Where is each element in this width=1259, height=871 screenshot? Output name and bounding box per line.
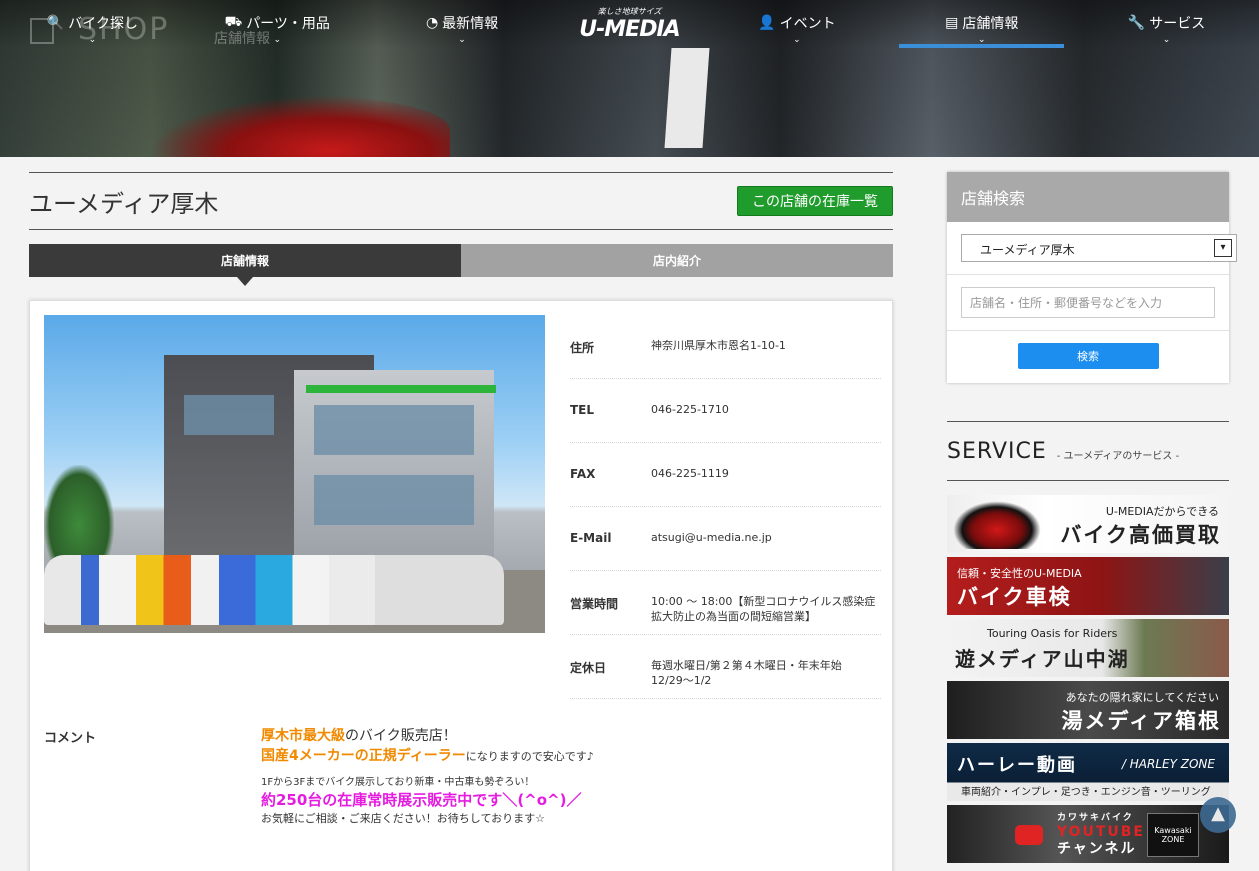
shop-photo [44,315,545,633]
wrench-icon: 🔧 [1127,15,1146,31]
hero-flag [664,48,710,148]
service-banners: U-MEDIAだからできる バイク高価買取 信頼・安全性のU-MEDIA バイク… [947,495,1229,863]
shop-search-title: 店舗検索 [947,172,1229,222]
service-heading: SERVICE - ユーメディアのサービス - [947,421,1229,481]
chevron-down-icon: ⌄ [273,35,282,45]
nav-event[interactable]: 👤 イベント ⌄ [704,0,889,48]
service-subtitle: - ユーメディアのサービス - [1056,450,1180,462]
banner-yamanaka[interactable]: Touring Oasis for Riders 遊メディア山中湖 [947,619,1229,677]
title-row: ユーメディア厚木 この店舗の在庫一覧 [29,172,893,230]
nav-label: パーツ・用品 [246,16,330,32]
detail-row-address: 住所 神奈川県厚木市恩名1-10-1 [570,315,881,379]
motorcycle-icon: ⛟ [224,14,243,30]
comment-highlight: 約250台の在庫常時展示販売中です＼(^o^)／ [261,791,582,810]
main-content: ユーメディア厚木 この店舗の在庫一覧 店舗情報 店内紹介 住所 神奈川県厚木市恩… [29,172,893,871]
detail-row-email: E-Mail atsugi@u-media.ne.jp [570,507,881,571]
site-logo[interactable]: 楽しさ地球サイズ U-MEDIA [554,0,704,48]
shop-info-card: 住所 神奈川県厚木市恩名1-10-1 TEL 046-225-1710 FAX … [29,300,893,871]
detail-key: 住所 [570,341,595,355]
detail-row-hours: 営業時間 10:00 〜 18:00【新型コロナウイルス感染症拡大防止の為当面の… [570,571,881,635]
person-icon: 👤 [758,15,776,31]
detail-value: 神奈川県厚木市恩名1-10-1 [651,339,786,352]
search-icon: 🔍 [46,15,65,31]
stock-list-button[interactable]: この店舗の在庫一覧 [737,186,893,216]
chevron-down-icon: ⌄ [88,35,97,45]
detail-value: 046-225-1119 [651,467,729,480]
nav-shop-info[interactable]: ▤ 店舗情報 ⌄ [889,0,1074,48]
tab-shop-info[interactable]: 店舗情報 [29,244,461,286]
chevron-down-icon: ⌄ [793,35,801,45]
comment-text: お気軽にご相談・ご来店ください！お待ちしております☆ [261,812,545,826]
nav-label: 最新情報 [442,16,499,32]
main-nav: 🔍 バイク探し ⌄ ⛟ パーツ・用品 ⌄ ◔ 最新情報 ⌄ 楽しさ地球サイズ U-ME… [0,0,1259,48]
nav-news[interactable]: ◔ 最新情報 ⌄ [370,0,555,48]
shop-tabs: 店舗情報 店内紹介 [29,244,893,286]
shop-select-value: ユーメディア厚木 [980,243,1075,257]
banner-bike-inspection[interactable]: 信頼・安全性のU-MEDIA バイク車検 [947,557,1229,615]
hero-banner: SHOP 店舗情報 🔍 バイク探し ⌄ ⛟ パーツ・用品 ⌄ ◔ 最新情報 ⌄ 楽しさ… [0,0,1259,157]
banner-kawasaki-youtube[interactable]: カワサキバイク YOUTUBE チャンネル Kawasaki ZONE [947,805,1229,863]
detail-row-tel: TEL 046-225-1710 [570,379,881,443]
nav-service[interactable]: 🔧 サービス ⌄ [1074,0,1259,48]
shop-search-box: 店舗検索 ユーメディア厚木 ▾ 店舗名・住所・郵便番号などを入力 検索 [947,172,1237,383]
banner-hakone[interactable]: あなたの隠れ家にしてください 湯メディア箱根 [947,681,1229,739]
shop-select[interactable]: ユーメディア厚木 ▾ [961,234,1237,262]
nav-parts[interactable]: ⛟ パーツ・用品 ⌄ [185,0,370,48]
kawasaki-zone-logo: Kawasaki ZONE [1147,813,1199,857]
detail-value[interactable]: atsugi@u-media.ne.jp [651,531,881,570]
nav-label: イベント [779,16,836,32]
shop-search-input[interactable]: 店舗名・住所・郵便番号などを入力 [961,287,1215,318]
nav-label: バイク探し [68,16,138,32]
detail-value[interactable]: 046-225-1710 [651,403,881,442]
detail-key: 営業時間 [570,597,619,611]
chevron-down-icon: ⌄ [458,35,466,45]
motorcycle-image [953,501,1041,549]
chevron-down-icon: ⌄ [977,35,986,45]
hero-motorcycle [150,95,450,157]
youtube-icon [1015,825,1043,845]
nav-label: サービス [1149,16,1206,32]
comment-highlight: 国産4メーカーの正規ディーラー [261,747,466,764]
logo-brand: U-MEDIA [579,17,680,42]
comment-body: 厚木市最大級のバイク販売店！ 国産4メーカーの正規ディーラーになりますので安心で… [261,727,861,827]
detail-key: E-Mail [570,531,612,545]
shop-details: 住所 神奈川県厚木市恩名1-10-1 TEL 046-225-1710 FAX … [570,315,881,699]
page-title: ユーメディア厚木 [29,189,219,218]
chevron-down-icon: ▾ [1214,239,1232,257]
search-button[interactable]: 検索 [1017,343,1159,369]
comment-text: のバイク販売店！ [345,728,457,744]
detail-row-holiday: 定休日 毎週水曜日/第２第４木曜日・年末年始12/29〜1/2 [570,635,881,699]
detail-row-fax: FAX 046-225-1119 [570,443,881,507]
comment-highlight: 厚木市最大級 [261,728,345,744]
comment-label: コメント [44,731,97,746]
comment-text: になりますので安心です♪ [465,749,594,763]
service-title: SERVICE [947,438,1047,464]
sidebar: 店舗検索 ユーメディア厚木 ▾ 店舗名・住所・郵便番号などを入力 検索 SERV… [947,172,1237,867]
comment-text: 1Fから3Fまでバイク展示しており新車・中古車も勢ぞろい！ [261,777,535,789]
detail-value: 10:00 〜 18:00【新型コロナウイルス感染症拡大防止の為当面の間短縮営業… [651,595,876,623]
logo-tagline: 楽しさ地球サイズ [597,7,662,16]
tab-store-tour[interactable]: 店内紹介 [461,244,893,277]
nav-label: 店舗情報 [962,16,1019,32]
building-icon: ▤ [945,15,959,31]
detail-key: TEL [570,403,595,417]
chevron-down-icon: ⌄ [1162,35,1171,45]
back-to-top-button[interactable]: ▲ [1200,797,1236,833]
banner-harley-video[interactable]: ハーレー動画 / HARLEY ZONE 車両紹介・インプレ・足つき・エンジン音… [947,743,1229,801]
detail-value: 毎週水曜日/第２第４木曜日・年末年始12/29〜1/2 [651,659,842,687]
detail-key: 定休日 [570,661,607,675]
banner-bike-buyback[interactable]: U-MEDIAだからできる バイク高価買取 [947,495,1229,553]
rss-icon: ◔ [425,15,439,31]
nav-bike-search[interactable]: 🔍 バイク探し ⌄ [0,0,185,48]
detail-key: FAX [570,467,596,481]
